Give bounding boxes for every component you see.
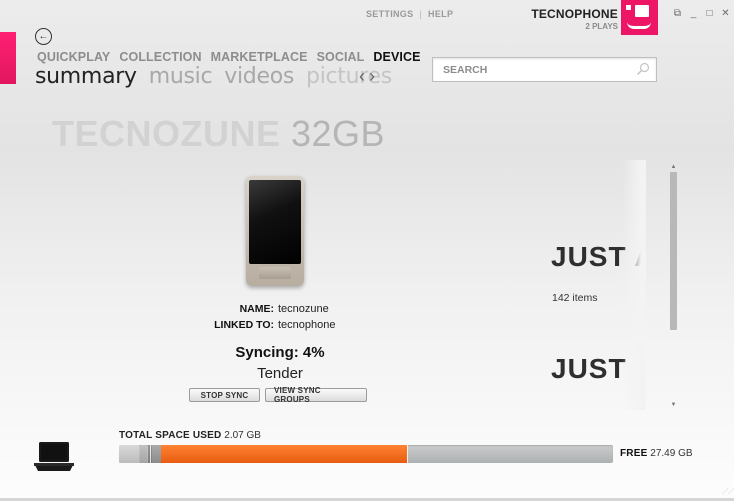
restore-icon[interactable]: ⧉ xyxy=(672,8,683,19)
tab-music[interactable]: music xyxy=(149,64,213,89)
top-links: SETTINGS | HELP xyxy=(366,9,453,19)
device-screen xyxy=(249,180,301,264)
storage-divider xyxy=(407,445,408,463)
help-link[interactable]: HELP xyxy=(428,9,453,19)
name-label: NAME: xyxy=(239,303,274,315)
tab-videos[interactable]: videos xyxy=(224,64,294,89)
panel-fade xyxy=(622,160,646,410)
device-title: TECNOZUNE 32GB xyxy=(52,113,385,155)
total-space-title: TOTAL SPACE USED xyxy=(119,430,222,441)
free-space-label: FREE 27.49 GB xyxy=(620,448,693,459)
account-info[interactable]: TECNOPHONE 2 PLAYS xyxy=(528,7,618,31)
sub-nav: summary music videos pictures xyxy=(35,64,392,89)
subnav-arrows: ‹ › xyxy=(359,66,375,87)
device-name-row: NAME: tecnozune xyxy=(150,301,410,317)
sync-status: Syncing: 4% xyxy=(235,344,325,361)
stop-sync-button[interactable]: STOP SYNC xyxy=(189,388,260,402)
tab-summary[interactable]: summary xyxy=(35,64,137,89)
recent-items-panel: JUST A 142 items JUST xyxy=(546,160,646,410)
search-box xyxy=(432,57,657,82)
device-info: NAME: tecnozune LINKED TO: tecnophone xyxy=(150,301,410,333)
storage-bar[interactable] xyxy=(119,445,613,463)
linked-to-row: LINKED TO: tecnophone xyxy=(150,317,410,333)
nav-social[interactable]: SOCIAL xyxy=(317,50,365,64)
view-sync-groups-button[interactable]: VIEW SYNC GROUPS xyxy=(265,386,367,404)
chevron-left-icon[interactable]: ‹ xyxy=(359,66,365,87)
avatar-eye-right xyxy=(635,5,649,17)
storage-segment-other[interactable] xyxy=(119,445,139,463)
window-controls: ⧉ _ □ ✕ xyxy=(672,8,731,19)
account-plays: 2 PLAYS xyxy=(585,22,618,31)
nav-quickplay[interactable]: QUICKPLAY xyxy=(37,50,110,64)
device-capacity-title: 32GB xyxy=(291,113,386,154)
device-image xyxy=(246,176,304,286)
panel-heading-2[interactable]: JUST xyxy=(551,353,627,385)
scroll-up-icon[interactable]: ▲ xyxy=(668,163,679,172)
scroll-down-icon[interactable]: ▼ xyxy=(668,401,679,410)
left-accent-bar xyxy=(0,32,16,84)
device-touchpad xyxy=(259,267,291,279)
linked-to-value: tecnophone xyxy=(278,319,336,331)
total-space-value: 2.07 GB xyxy=(224,430,261,441)
free-space-title: FREE xyxy=(620,448,648,459)
search-icon[interactable] xyxy=(636,62,650,76)
storage-divider xyxy=(150,445,151,463)
chevron-right-icon[interactable]: › xyxy=(369,66,375,87)
scrollbar-thumb[interactable] xyxy=(670,172,677,330)
minimize-icon[interactable]: _ xyxy=(688,8,699,19)
avatar-eye-left xyxy=(626,5,631,10)
back-arrow-icon: ← xyxy=(38,30,49,42)
account-name[interactable]: TECNOPHONE xyxy=(528,7,618,21)
panel-scrollbar[interactable]: ▲ ▼ xyxy=(668,163,679,410)
nav-device[interactable]: DEVICE xyxy=(373,50,420,64)
close-icon[interactable]: ✕ xyxy=(720,8,731,19)
avatar-mouth xyxy=(627,22,651,29)
back-button[interactable]: ← xyxy=(35,28,52,45)
storage-segment-podcasts[interactable] xyxy=(152,445,161,463)
name-value[interactable]: tecnozune xyxy=(278,301,329,317)
panel-item-count: 142 items xyxy=(552,292,598,304)
main-nav: QUICKPLAY COLLECTION MARKETPLACE SOCIAL … xyxy=(37,50,421,64)
storage-segment-music[interactable] xyxy=(161,445,408,463)
laptop-icon xyxy=(34,442,74,471)
maximize-icon[interactable]: □ xyxy=(704,8,715,19)
nav-marketplace[interactable]: MARKETPLACE xyxy=(211,50,308,64)
sync-current-item: Tender xyxy=(257,365,303,382)
resize-grip-icon[interactable]: ⋰⋰ xyxy=(722,489,734,497)
avatar[interactable] xyxy=(621,0,658,35)
linked-to-label: LINKED TO: xyxy=(214,319,274,331)
link-separator: | xyxy=(419,9,423,19)
total-space-label: TOTAL SPACE USED 2.07 GB xyxy=(119,430,261,441)
free-space-value: 27.49 GB xyxy=(650,448,693,459)
settings-link[interactable]: SETTINGS xyxy=(366,9,413,19)
search-input[interactable] xyxy=(433,58,623,81)
nav-collection[interactable]: COLLECTION xyxy=(119,50,201,64)
storage-segment-pictures[interactable] xyxy=(140,445,147,463)
device-name-title: TECNOZUNE xyxy=(52,113,281,154)
tab-pictures[interactable]: pictures xyxy=(306,64,392,89)
